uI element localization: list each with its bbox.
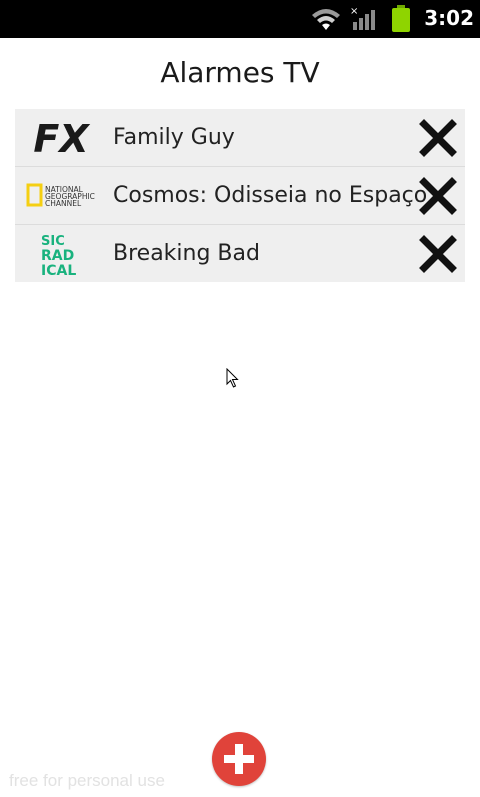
status-clock: 3:02: [424, 6, 474, 30]
natgeo-logo-icon: NATIONAL GEOGRAPHIC CHANNEL: [25, 173, 97, 218]
fx-logo-icon: FX: [25, 115, 97, 161]
sic-radical-logo-icon: SIC RAD ICAL: [25, 231, 97, 279]
svg-text:ICAL: ICAL: [41, 263, 76, 276]
plus-icon: [224, 744, 254, 774]
delete-alarm-button[interactable]: [419, 119, 457, 157]
page-title: Alarmes TV: [160, 56, 320, 89]
signal-icon: ×: [350, 6, 378, 36]
list-item[interactable]: FX Family Guy: [15, 109, 465, 167]
list-item[interactable]: SIC RAD ICAL Breaking Bad: [15, 225, 465, 282]
mouse-cursor-icon: [226, 367, 240, 392]
delete-alarm-button[interactable]: [419, 235, 457, 273]
battery-icon: [391, 5, 411, 37]
svg-text:SIC: SIC: [41, 234, 65, 249]
wifi-icon: [310, 6, 342, 36]
list-item[interactable]: NATIONAL GEOGRAPHIC CHANNEL Cosmos: Odis…: [15, 167, 465, 225]
svg-text:CHANNEL: CHANNEL: [45, 199, 82, 208]
close-icon: [419, 119, 457, 157]
svg-text:RAD: RAD: [41, 248, 74, 264]
alarm-list: FX Family Guy NATIONAL GEOGRAPHIC CHANNE…: [15, 109, 465, 282]
add-alarm-button[interactable]: [212, 732, 266, 786]
watermark: free for personal use: [9, 771, 165, 790]
delete-alarm-button[interactable]: [419, 177, 457, 215]
show-name: Family Guy: [113, 125, 235, 150]
status-bar: × 3:02: [0, 0, 480, 38]
svg-text:×: ×: [350, 6, 358, 17]
close-icon: [419, 177, 457, 215]
fx-logo-text: FX: [33, 117, 90, 160]
show-name: Breaking Bad: [113, 241, 260, 266]
close-icon: [419, 235, 457, 273]
show-name: Cosmos: Odisseia no Espaço: [113, 183, 428, 208]
